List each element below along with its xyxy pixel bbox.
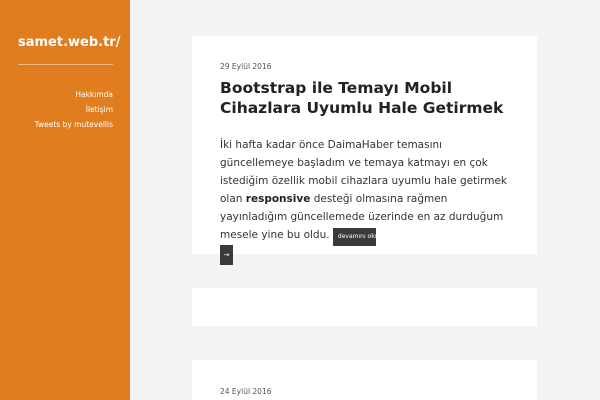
post-excerpt: İki hafta kadar önce DaimaHaber temasını… bbox=[220, 136, 509, 265]
read-more-button[interactable]: devamını oku bbox=[332, 228, 376, 246]
sidebar: samet.web.tr/ Hakkımda İletişim Tweets b… bbox=[0, 0, 130, 400]
nav-item-hakkimda[interactable]: Hakkımda bbox=[18, 87, 113, 102]
post-date: 29 Eylül 2016 bbox=[220, 62, 272, 71]
sidebar-divider bbox=[18, 64, 113, 65]
site-title-link[interactable]: samet.web.tr/ bbox=[18, 35, 120, 50]
sidebar-nav: Hakkımda İletişim Tweets by mutevellis bbox=[18, 87, 113, 132]
post-card-2: 24 Eylül 2016 bbox=[192, 360, 537, 400]
post-date-2: 24 Eylül 2016 bbox=[220, 387, 272, 396]
nav-item-tweets[interactable]: Tweets by mutevellis bbox=[18, 117, 113, 132]
nav-item-iletisim[interactable]: İletişim bbox=[18, 102, 113, 117]
arrow-right-icon[interactable]: → bbox=[220, 245, 233, 265]
post-card: 29 Eylül 2016 Bootstrap ile Temayı Mobil… bbox=[192, 36, 537, 265]
excerpt-bold: responsive bbox=[245, 193, 311, 205]
empty-card bbox=[192, 288, 537, 326]
post-title[interactable]: Bootstrap ile Temayı Mobil Cihazlara Uyu… bbox=[220, 78, 509, 118]
